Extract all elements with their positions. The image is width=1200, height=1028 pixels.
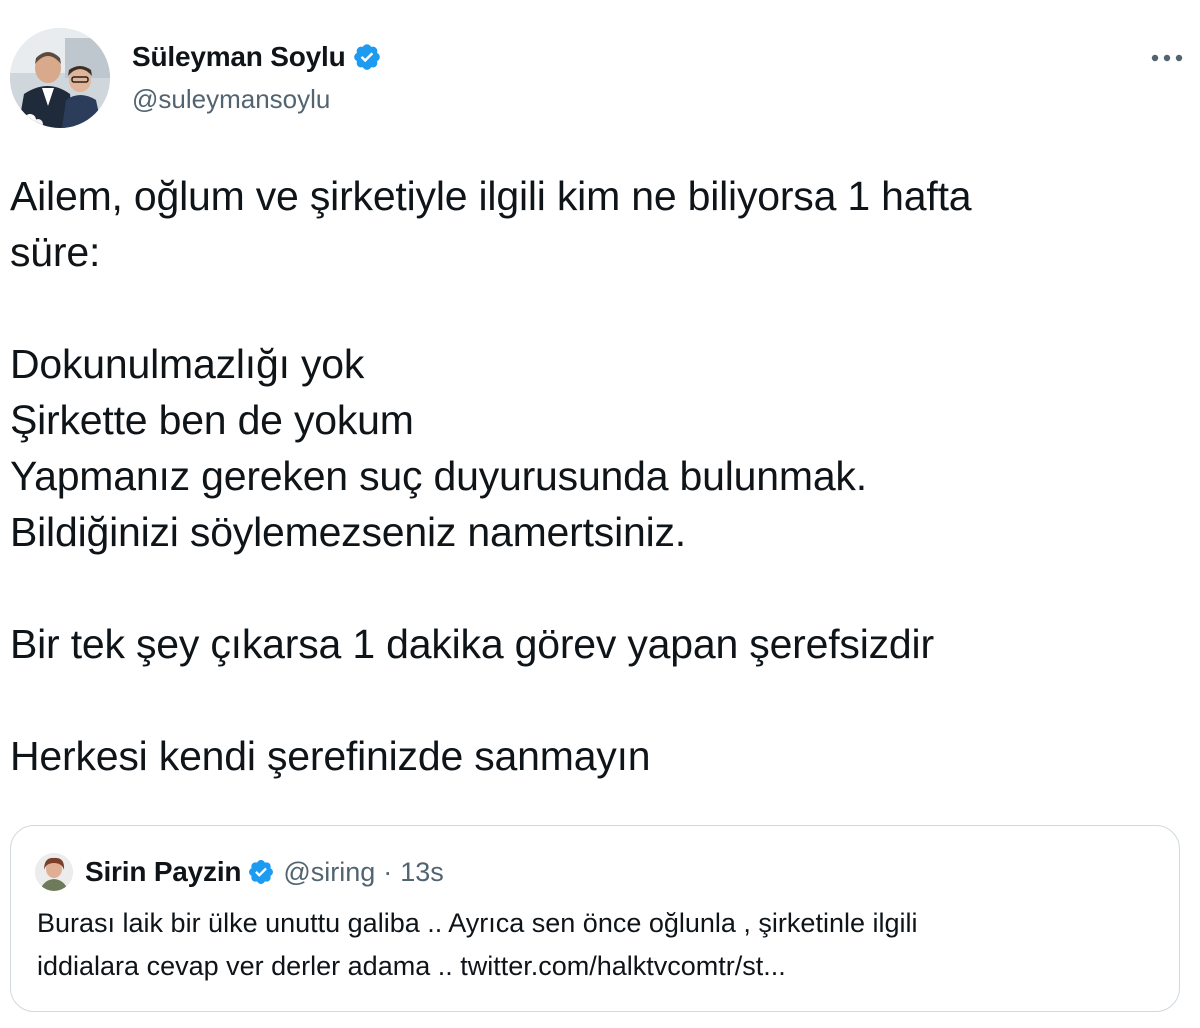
tweet-text-line: Şirkette ben de yokum [10,397,414,443]
quoted-tweet-text-line: iddialara cevap ver derler adama .. twit… [37,951,786,981]
quoted-author-avatar-image [35,853,73,891]
quoted-author-display-name[interactable]: Sirin Payzin [85,856,242,888]
tweet-text-line: Bir tek şey çıkarsa 1 dakika görev yapan… [10,621,934,667]
verified-badge-icon [352,42,382,72]
tweet-text-line: süre: [10,229,101,275]
quoted-author-avatar[interactable] [35,853,73,891]
tweet-text-line: Bildiğinizi söylemezseniz namertsiniz. [10,509,686,555]
tweet-text-line: Yapmanız gereken suç duyurusunda bulunma… [10,453,867,499]
tweet-text: Ailem, oğlum ve şirketiyle ilgili kim ne… [10,168,1180,784]
tweet-text-line: Herkesi kendi şerefinizde sanmayın [10,733,651,779]
quoted-author-handle[interactable]: @siring [283,857,375,888]
more-options-button[interactable] [1144,38,1190,78]
tweet-header: Süleyman Soylu @suleymansoylu [10,28,1190,132]
author-avatar-image [10,28,110,128]
quoted-tweet-card[interactable]: Sirin Payzin @siring · 13s Burası laik b… [10,825,1180,1012]
separator-dot: · [383,856,393,887]
more-horizontal-icon [1151,54,1183,62]
tweet-text-line: Dokunulmazlığı yok [10,341,365,387]
author-handle[interactable]: @suleymansoylu [132,84,382,115]
quoted-tweet-text: Burası laik bir ülke unuttu galiba .. Ay… [37,902,1157,988]
tweet-text-line: Ailem, oğlum ve şirketiyle ilgili kim ne… [10,173,972,219]
verified-badge-icon [247,858,275,886]
quoted-tweet-text-line: Burası laik bir ülke unuttu galiba .. Ay… [37,908,918,938]
author-display-name[interactable]: Süleyman Soylu [132,41,346,73]
author-avatar[interactable] [10,28,110,128]
quoted-tweet-timestamp[interactable]: 13s [400,857,444,888]
